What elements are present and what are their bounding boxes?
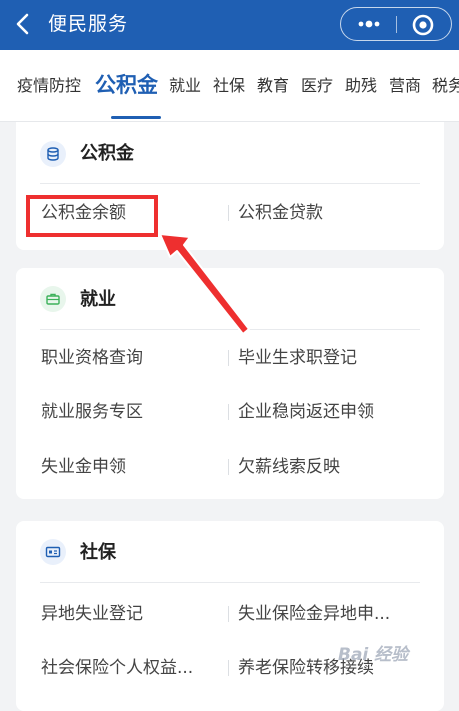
service-item-job-stabilization-refund[interactable]: 企业稳岗返还申领 xyxy=(238,400,374,424)
service-item-qualification-query[interactable]: 职业资格查询 xyxy=(41,346,143,370)
tab-housing-fund[interactable]: 公积金 xyxy=(95,71,158,99)
service-item-wage-arrears-report[interactable]: 欠薪线索反映 xyxy=(238,455,340,479)
section-divider xyxy=(40,183,420,184)
section-title: 公积金 xyxy=(80,143,134,164)
item-separator xyxy=(228,205,229,221)
id-card-icon xyxy=(40,539,66,565)
annotation-arrow-icon xyxy=(159,233,250,335)
section-card-social-security: 社保 异地失业登记 失业保险金异地申... 社会保险个人权益... 养老保险转移… xyxy=(16,521,444,711)
item-separator xyxy=(228,606,229,622)
tab-medical[interactable]: 医疗 xyxy=(301,75,333,97)
watermark: Bai 经验 xyxy=(338,645,409,665)
section-title: 就业 xyxy=(80,289,116,310)
service-item-graduate-registration[interactable]: 毕业生求职登记 xyxy=(238,346,357,370)
back-arrow-icon[interactable] xyxy=(8,9,38,39)
briefcase-icon xyxy=(40,286,66,312)
service-item-unemployment-insurance-remote[interactable]: 失业保险金异地申... xyxy=(238,602,390,626)
service-item-fund-loan[interactable]: 公积金贷款 xyxy=(238,201,323,225)
database-icon xyxy=(40,141,66,167)
tab-employment[interactable]: 就业 xyxy=(169,75,201,97)
section-divider xyxy=(40,582,420,583)
service-item-remote-unemployment-registration[interactable]: 异地失业登记 xyxy=(41,602,143,626)
active-tab-indicator xyxy=(111,116,161,119)
item-separator xyxy=(228,350,229,366)
section-title: 社保 xyxy=(80,542,116,563)
service-item-employment-services[interactable]: 就业服务专区 xyxy=(41,400,143,424)
item-separator xyxy=(228,459,229,475)
tab-epidemic[interactable]: 疫情防控 xyxy=(17,75,81,97)
highlight-box xyxy=(26,195,158,237)
capsule-separator xyxy=(396,16,397,33)
tab-disability[interactable]: 助残 xyxy=(345,75,377,97)
miniprogram-capsule xyxy=(340,7,452,41)
tab-social-security[interactable]: 社保 xyxy=(213,75,245,97)
item-separator xyxy=(228,404,229,420)
category-tabs: 疫情防控 公积金 就业 社保 教育 医疗 助残 营商 税务 xyxy=(0,50,459,122)
tab-tax[interactable]: 税务 xyxy=(432,75,459,97)
item-separator xyxy=(228,660,229,676)
title-bar: 便民服务 xyxy=(0,0,459,50)
more-dots-icon[interactable] xyxy=(354,14,384,34)
service-item-unemployment-benefit[interactable]: 失业金申领 xyxy=(41,455,126,479)
tab-business[interactable]: 营商 xyxy=(389,75,421,97)
service-item-personal-rights[interactable]: 社会保险个人权益... xyxy=(41,656,193,680)
tab-education[interactable]: 教育 xyxy=(257,75,289,97)
close-miniprogram-icon[interactable] xyxy=(410,12,436,38)
page-title: 便民服务 xyxy=(48,13,129,35)
